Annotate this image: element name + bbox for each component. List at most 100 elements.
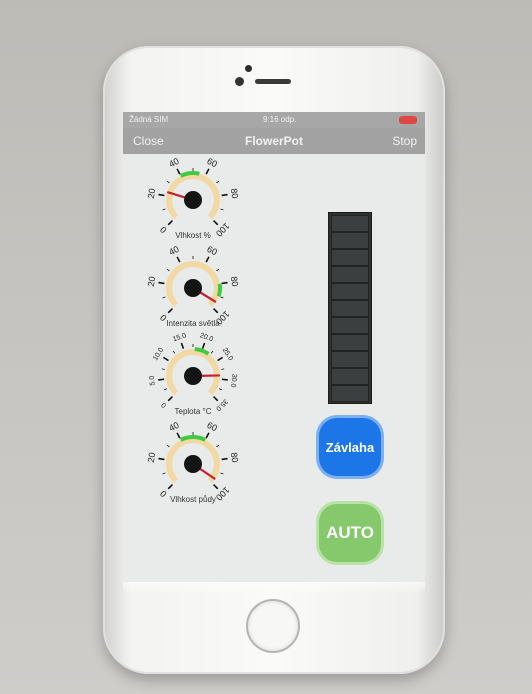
status-bar: Žádná SIM 9:16 odp. xyxy=(123,112,425,128)
gauge-tick xyxy=(220,472,224,475)
gauge-tick-label: 80 xyxy=(229,188,240,199)
gauge-tick-label: 0 xyxy=(158,488,169,499)
dashboard: 0 20 40 60 80 100 Vlhkost % 0 20 40 60 80 100 Intenz… xyxy=(123,154,425,582)
gauge-tick xyxy=(158,457,165,461)
gauge-tick xyxy=(162,356,169,362)
gauge-tick xyxy=(176,168,181,175)
gauge-tick xyxy=(167,219,174,226)
gauge-label: Intenzita světla xyxy=(166,319,220,328)
temperature-gauge: 05.010.015.0 20.025.030.035.0Teplota °C xyxy=(149,332,238,416)
gauge-tick xyxy=(166,268,170,272)
gauge-tick xyxy=(218,388,223,391)
gauge-tick-label: 0 xyxy=(158,224,169,235)
gauge-tick xyxy=(166,180,170,184)
gauge-tick xyxy=(163,388,168,391)
gauge-tick-label: 20 xyxy=(146,452,157,463)
phone-body: Žádná SIM 9:16 odp. Close FlowerPot Stop… xyxy=(103,46,445,674)
gauge-tick-label: 20 xyxy=(146,276,157,287)
gauge-tick xyxy=(172,350,176,354)
auto-button[interactable]: AUTO xyxy=(319,504,381,562)
gauge-hub xyxy=(184,455,202,473)
gauge-tick xyxy=(167,307,174,314)
stop-button[interactable]: Stop xyxy=(392,134,417,148)
gauge-tick-label: 10.0 xyxy=(152,347,165,362)
humidity-gauge: 02040 6080100Vlhkost % xyxy=(146,156,240,240)
water-level-segment xyxy=(331,283,369,300)
gauge-tick xyxy=(158,193,165,197)
gauge-tick xyxy=(167,483,174,490)
gauge-hub xyxy=(184,279,202,297)
gauge-tick-label: 60 xyxy=(205,244,218,257)
gauge-tick-label: 25.0 xyxy=(221,347,234,362)
gauge-tick xyxy=(216,444,220,448)
gauge-tick-label: 20.0 xyxy=(199,332,214,343)
gauge-tick xyxy=(216,180,220,184)
gauge-tick xyxy=(217,356,224,362)
water-level-segment xyxy=(331,215,369,232)
gauge-tick xyxy=(216,268,220,272)
gauge-tick xyxy=(221,193,228,197)
gauge-hub xyxy=(184,367,202,385)
water-level-segment xyxy=(331,368,369,385)
gauge-tick-label: 5.0 xyxy=(149,375,157,386)
status-time: 9:16 odp. xyxy=(263,115,297,124)
gauge-label: Vlhkost % xyxy=(175,231,211,240)
water-level-segment xyxy=(331,385,369,402)
gauge-tick xyxy=(176,256,181,263)
gauge-tick xyxy=(212,395,219,402)
gauge-tick-label: 20 xyxy=(146,188,157,199)
gauge-tick-label: 40 xyxy=(167,420,180,433)
front-camera xyxy=(235,77,244,86)
gauge-tick xyxy=(161,368,165,370)
gauge-tick xyxy=(205,432,210,439)
gauge-tick xyxy=(221,281,228,285)
gauge-tick-label: 60 xyxy=(205,156,218,169)
gauge-tick-label: 0 xyxy=(160,401,168,409)
gauge-tick xyxy=(205,168,210,175)
gauge-tick xyxy=(167,395,174,402)
gauge-label: Vlhkost půdy xyxy=(170,495,216,504)
gauge-tick xyxy=(162,296,166,299)
proximity-sensor xyxy=(245,65,252,72)
gauge-tick xyxy=(176,432,181,439)
gauge-tick xyxy=(212,483,219,490)
gauge-tick-label: 40 xyxy=(167,156,180,169)
gauge-tick-label: 30.0 xyxy=(229,373,237,387)
gauge-tick xyxy=(166,444,170,448)
water-level-segment xyxy=(331,249,369,266)
gauge-tick xyxy=(158,378,165,381)
gauge-tick xyxy=(162,208,166,211)
water-level-segment xyxy=(331,334,369,351)
irrigation-button[interactable]: Závlaha xyxy=(319,418,381,476)
gauge-tick xyxy=(212,219,219,226)
water-level-segment xyxy=(331,317,369,334)
water-level-segment xyxy=(331,232,369,249)
gauge-tick xyxy=(180,342,185,349)
carrier-label: Žádná SIM xyxy=(129,115,169,124)
gauge-tick xyxy=(212,307,219,314)
gauge-tick-label: 15.0 xyxy=(172,332,187,343)
water-level-segment xyxy=(331,266,369,283)
gauge-tick-label: 80 xyxy=(229,276,240,287)
gauge-tick xyxy=(221,457,228,461)
gauge-tick-label: 40 xyxy=(167,244,180,257)
soil-moisture-gauge: 02040 6080100Vlhkost půdy xyxy=(146,420,240,504)
gauge-tick xyxy=(210,350,214,354)
water-level-segment xyxy=(331,300,369,317)
water-level-segment xyxy=(331,351,369,368)
light-intensity-gauge: 02040 6080100Intenzita světla xyxy=(146,244,240,328)
gauge-tick xyxy=(221,368,225,370)
screen-edge-glare xyxy=(123,582,425,594)
gauge-tick xyxy=(220,208,224,211)
gauge-label: Teplota °C xyxy=(175,407,212,416)
gauge-tick xyxy=(220,296,224,299)
gauge-tick-label: 80 xyxy=(229,452,240,463)
gauge-green-zone xyxy=(216,283,222,297)
gauge-tick-label: 60 xyxy=(205,420,218,433)
water-level-bar xyxy=(328,212,372,404)
home-button[interactable] xyxy=(246,599,300,653)
battery-icon xyxy=(399,116,417,124)
navigation-bar: Close FlowerPot Stop xyxy=(123,128,425,154)
gauge-tick xyxy=(221,378,228,381)
earpiece-speaker xyxy=(255,79,291,84)
